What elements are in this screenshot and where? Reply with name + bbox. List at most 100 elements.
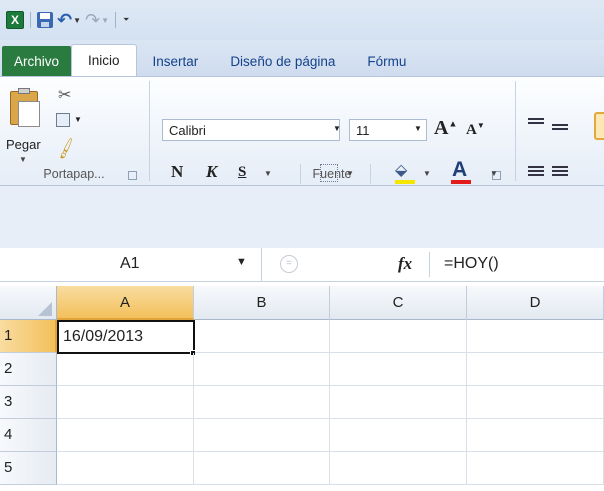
cell-c5[interactable] bbox=[330, 452, 467, 485]
cell-a2[interactable] bbox=[57, 353, 194, 386]
chevron-down-icon[interactable]: ▼ bbox=[19, 155, 27, 164]
cell-b1[interactable] bbox=[195, 320, 330, 353]
column-header-a[interactable]: A bbox=[57, 286, 194, 320]
cell-a3[interactable] bbox=[57, 386, 194, 419]
redo-button[interactable]: ↷ ▼ bbox=[85, 10, 109, 30]
format-painter-icon[interactable]: 🖌 bbox=[53, 136, 79, 162]
cell-b3[interactable] bbox=[194, 386, 330, 419]
redo-icon: ↷ bbox=[85, 9, 101, 30]
shrink-font-icon: A bbox=[466, 122, 477, 138]
insert-function-button[interactable]: fx bbox=[398, 254, 412, 274]
row-header-1[interactable]: 1 bbox=[0, 320, 57, 353]
grow-font-icon: A bbox=[434, 117, 449, 139]
customize-toolbar-icon[interactable]: ⏷ bbox=[123, 15, 129, 25]
tab-archivo[interactable]: Archivo bbox=[2, 46, 72, 76]
chevron-down-icon[interactable]: ▼ bbox=[414, 124, 422, 133]
row-header-4[interactable]: 4 bbox=[0, 419, 57, 452]
font-size-select[interactable]: 11 ▼ bbox=[349, 119, 427, 141]
cell-d4[interactable] bbox=[467, 419, 604, 452]
font-color-button[interactable]: A bbox=[452, 158, 467, 182]
clipboard-launcher-icon[interactable] bbox=[128, 171, 137, 180]
cell-d1[interactable] bbox=[467, 320, 604, 353]
column-header-row: A B C D bbox=[0, 286, 604, 320]
excel-logo-icon[interactable]: X bbox=[6, 11, 24, 29]
column-header-c[interactable]: C bbox=[330, 286, 467, 320]
paste-button[interactable] bbox=[8, 87, 42, 127]
quick-access-toolbar: X ↶ ▼ ↷ ▼ ⏷ bbox=[0, 0, 604, 40]
row-header-3[interactable]: 3 bbox=[0, 386, 57, 419]
group-separator bbox=[515, 81, 516, 181]
paste-label[interactable]: Pegar bbox=[6, 137, 41, 152]
column-header-d[interactable]: D bbox=[467, 286, 604, 320]
tab-diseno-pagina[interactable]: Diseño de página bbox=[214, 46, 351, 76]
tab-insertar[interactable]: Insertar bbox=[137, 46, 215, 76]
shrink-font-button[interactable]: A▼ bbox=[466, 121, 485, 139]
toolbar-separator bbox=[30, 12, 31, 28]
tab-formulas[interactable]: Fórmu bbox=[351, 46, 422, 76]
cancel-formula-icon[interactable]: = bbox=[280, 255, 298, 273]
undo-icon: ↶ bbox=[57, 9, 73, 30]
fill-color-icon[interactable]: ⬙ bbox=[395, 160, 407, 180]
cell-c1[interactable] bbox=[330, 320, 467, 353]
wrap-text-button[interactable] bbox=[594, 112, 604, 140]
save-icon bbox=[37, 12, 53, 28]
font-name-select[interactable]: Calibri ▼ bbox=[162, 119, 341, 141]
chevron-down-icon[interactable]: ▼ bbox=[423, 169, 431, 178]
cell-c4[interactable] bbox=[330, 419, 467, 452]
select-all-button[interactable] bbox=[0, 286, 57, 320]
cell-a5[interactable] bbox=[57, 452, 194, 485]
name-box[interactable]: A1 ▼ bbox=[0, 248, 262, 281]
row-header-2[interactable]: 2 bbox=[0, 353, 57, 386]
fill-color-bar bbox=[395, 180, 415, 184]
chevron-down-icon[interactable]: ▼ bbox=[73, 16, 81, 25]
column-header-b[interactable]: B bbox=[194, 286, 330, 320]
formula-input[interactable]: =HOY() bbox=[444, 255, 499, 273]
clipboard-group-label: Portapap... bbox=[43, 167, 105, 181]
grow-font-button[interactable]: A▲ bbox=[434, 117, 457, 140]
divider bbox=[370, 164, 371, 184]
underline-button[interactable]: S bbox=[238, 164, 246, 181]
font-size-value: 11 bbox=[356, 123, 370, 138]
clipboard-clip bbox=[18, 88, 30, 94]
borders-icon[interactable] bbox=[320, 164, 338, 182]
italic-button[interactable]: K bbox=[206, 162, 217, 182]
cell-d5[interactable] bbox=[467, 452, 604, 485]
undo-button[interactable]: ↶ ▼ bbox=[57, 10, 81, 30]
spreadsheet-grid: A B C D 1 2 3 4 5 16/09/2013 bbox=[0, 286, 604, 491]
chevron-down-icon[interactable]: ▼ bbox=[236, 256, 247, 268]
chevron-down-icon[interactable]: ▼ bbox=[346, 169, 354, 178]
font-color-bar bbox=[451, 180, 471, 184]
tab-inicio[interactable]: Inicio bbox=[71, 44, 137, 76]
cell-c2[interactable] bbox=[330, 353, 467, 386]
chevron-down-icon[interactable]: ▼ bbox=[264, 169, 272, 178]
save-button[interactable] bbox=[37, 10, 53, 30]
formula-bar-background bbox=[0, 186, 604, 248]
cell-d3[interactable] bbox=[467, 386, 604, 419]
copy-icon[interactable] bbox=[56, 113, 70, 127]
cell-b2[interactable] bbox=[194, 353, 330, 386]
paper-icon bbox=[18, 101, 40, 127]
chevron-down-icon[interactable]: ▼ bbox=[101, 16, 109, 25]
ribbon-tabs: Archivo Inicio Insertar Diseño de página… bbox=[0, 40, 604, 76]
row-header-5[interactable]: 5 bbox=[0, 452, 57, 485]
cell-d2[interactable] bbox=[467, 353, 604, 386]
align-left-icon[interactable] bbox=[528, 166, 544, 178]
cut-icon[interactable]: ✂ bbox=[58, 85, 71, 105]
cell-a1[interactable]: 16/09/2013 bbox=[57, 320, 195, 354]
chevron-down-icon[interactable]: ▼ bbox=[74, 115, 82, 124]
toolbar-separator bbox=[115, 12, 117, 28]
bold-button[interactable]: N bbox=[171, 162, 183, 182]
cell-b4[interactable] bbox=[194, 419, 330, 452]
cell-b5[interactable] bbox=[194, 452, 330, 485]
chevron-down-icon[interactable]: ▼ bbox=[490, 169, 498, 178]
font-name-value: Calibri bbox=[169, 123, 206, 138]
chevron-down-icon[interactable]: ▼ bbox=[333, 124, 341, 133]
align-center-icon[interactable] bbox=[552, 166, 568, 178]
clipboard-group: Pegar ▼ ✂ ▼ 🖌 Portapap... bbox=[0, 77, 148, 185]
align-middle-icon[interactable] bbox=[552, 124, 568, 136]
cell-a4[interactable] bbox=[57, 419, 194, 452]
align-top-icon[interactable] bbox=[528, 118, 544, 130]
name-box-value: A1 bbox=[120, 255, 140, 272]
cell-c3[interactable] bbox=[330, 386, 467, 419]
divider bbox=[300, 164, 301, 184]
